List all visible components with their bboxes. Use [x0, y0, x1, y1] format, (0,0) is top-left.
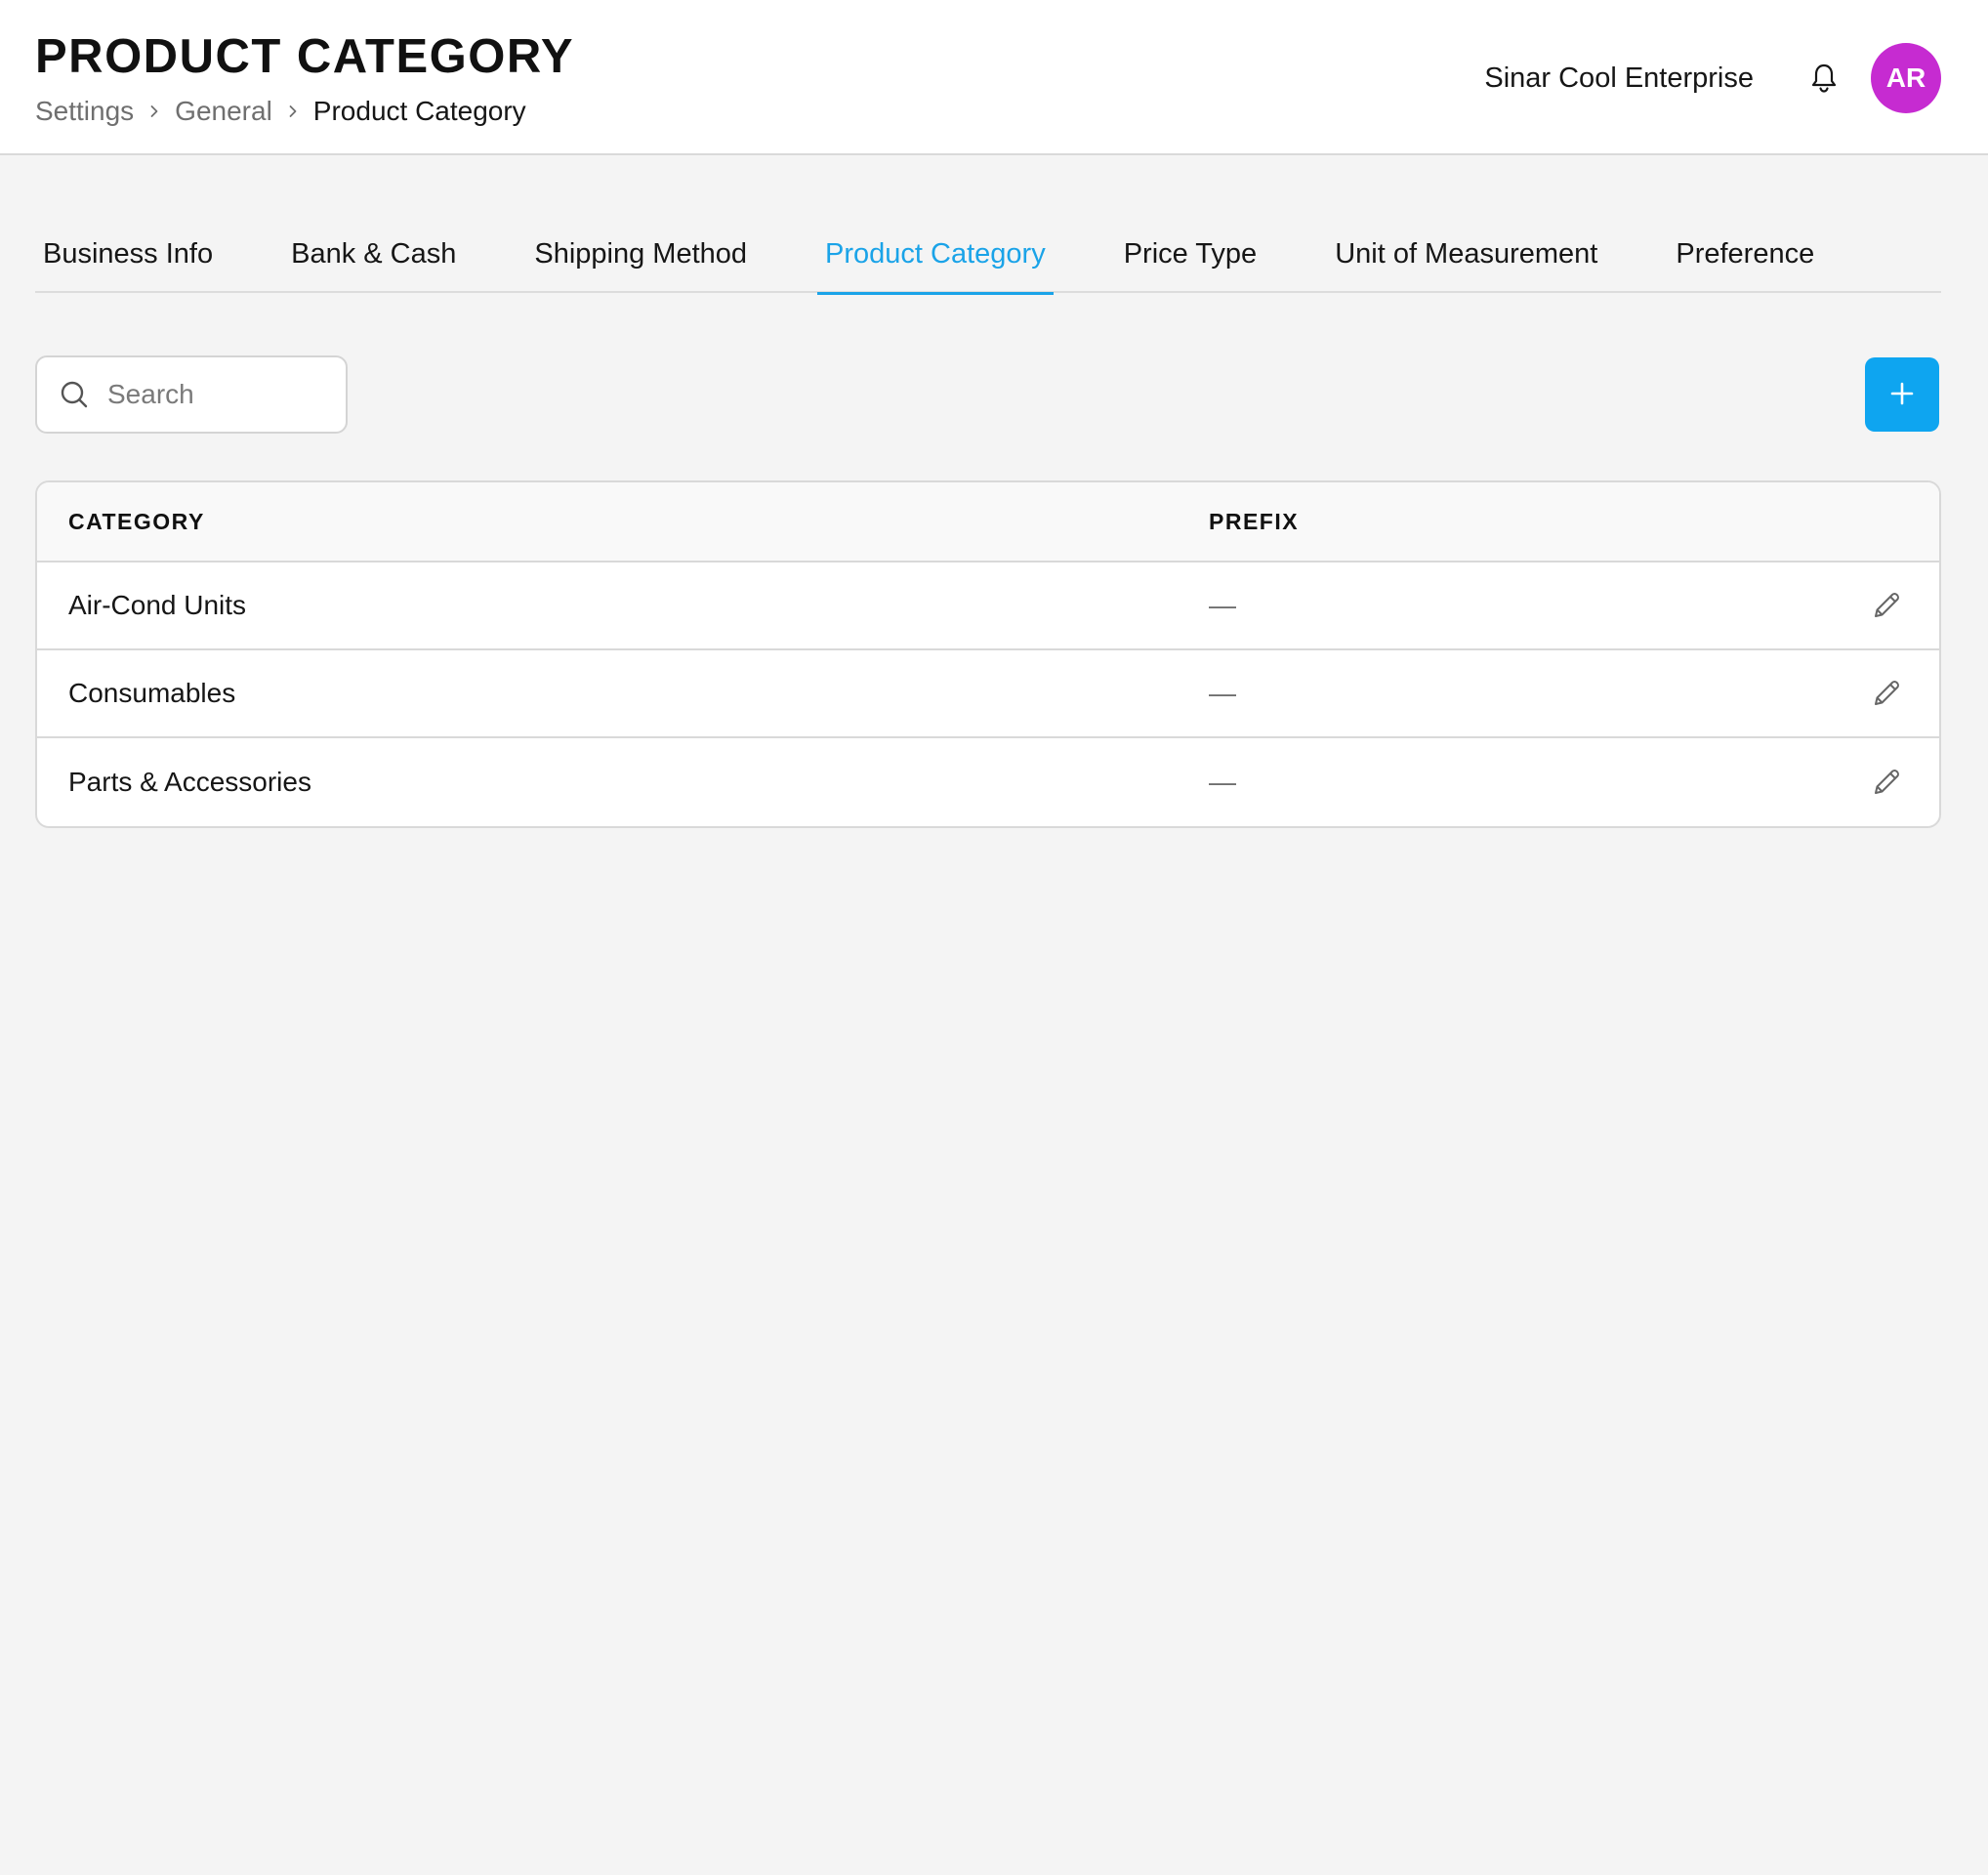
prefix-cell: —: [1209, 767, 1236, 797]
tab-business-info[interactable]: Business Info: [35, 215, 221, 293]
pencil-icon[interactable]: [1867, 763, 1906, 802]
settings-tabs: Business Info Bank & Cash Shipping Metho…: [35, 215, 1941, 295]
chevron-right-icon: [134, 94, 175, 129]
chevron-right-icon: [272, 94, 313, 129]
search-box[interactable]: [35, 355, 348, 434]
plus-icon: [1887, 379, 1917, 411]
table-row[interactable]: Consumables —: [37, 650, 1939, 738]
category-cell: Consumables: [68, 678, 236, 708]
add-category-button[interactable]: [1865, 357, 1939, 432]
tab-unit-of-measurement[interactable]: Unit of Measurement: [1327, 215, 1605, 293]
tab-product-category[interactable]: Product Category: [817, 215, 1054, 295]
table-row[interactable]: Air-Cond Units —: [37, 562, 1939, 650]
breadcrumb-settings[interactable]: Settings: [35, 94, 134, 129]
bell-icon[interactable]: [1806, 61, 1842, 96]
prefix-cell: —: [1209, 678, 1236, 708]
page-title: PRODUCT CATEGORY: [35, 30, 575, 83]
breadcrumb-general[interactable]: General: [175, 94, 272, 129]
avatar[interactable]: AR: [1871, 43, 1941, 113]
page-header: PRODUCT CATEGORY Settings General Produc…: [0, 0, 1988, 155]
breadcrumb-product-category: Product Category: [312, 96, 526, 126]
category-table: CATEGORY PREFIX Air-Cond Units — Consuma…: [35, 480, 1941, 828]
table-row[interactable]: Parts & Accessories —: [37, 738, 1939, 826]
category-cell: Air-Cond Units: [68, 590, 247, 620]
tab-price-type[interactable]: Price Type: [1116, 215, 1264, 293]
tab-shipping-method[interactable]: Shipping Method: [526, 215, 755, 293]
table-header: CATEGORY PREFIX: [37, 482, 1939, 562]
tab-bank-cash[interactable]: Bank & Cash: [283, 215, 464, 293]
search-icon: [59, 379, 90, 410]
column-header-prefix: PREFIX: [1209, 508, 1300, 534]
tab-preference[interactable]: Preference: [1668, 215, 1822, 293]
search-input[interactable]: [107, 379, 322, 410]
pencil-icon[interactable]: [1867, 674, 1906, 713]
category-cell: Parts & Accessories: [68, 767, 311, 797]
breadcrumb: Settings General Product Category: [35, 94, 526, 129]
column-header-category: CATEGORY: [68, 508, 205, 534]
prefix-cell: —: [1209, 590, 1236, 620]
company-name[interactable]: Sinar Cool Enterprise: [1484, 61, 1754, 96]
pencil-icon[interactable]: [1867, 586, 1906, 625]
